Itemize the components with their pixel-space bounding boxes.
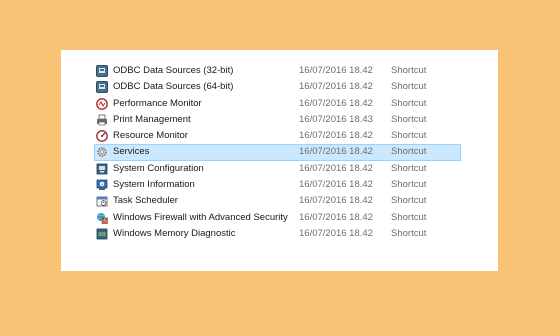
list-item[interactable]: ODBC Data Sources (64-bit) 16/07/2016 18… xyxy=(94,79,461,95)
list-item[interactable]: Print Management 16/07/2016 18.43 Shortc… xyxy=(94,112,461,128)
list-item[interactable]: Resource Monitor 16/07/2016 18.42 Shortc… xyxy=(94,128,461,144)
item-name: Print Management xyxy=(113,113,191,125)
task-scheduler-icon xyxy=(96,195,108,207)
printer-icon xyxy=(96,114,108,126)
list-item[interactable]: Performance Monitor 16/07/2016 18.42 Sho… xyxy=(94,96,461,112)
performance-monitor-icon xyxy=(96,97,108,110)
item-name: Performance Monitor xyxy=(113,97,202,109)
item-type: Shortcut xyxy=(391,162,427,174)
item-name: ODBC Data Sources (32-bit) xyxy=(113,65,234,76)
system-information-icon xyxy=(96,179,108,191)
item-type: Shortcut xyxy=(391,81,427,93)
item-name: Windows Firewall with Advanced Security xyxy=(113,211,288,223)
memory-diagnostic-icon xyxy=(96,228,108,240)
item-date-modified: 16/07/2016 18.42 xyxy=(299,130,373,142)
item-type: Shortcut xyxy=(391,146,427,158)
list-item[interactable]: System Information 16/07/2016 18.42 Shor… xyxy=(94,177,461,193)
services-gear-icon xyxy=(96,146,108,158)
odbc-icon xyxy=(96,81,108,94)
item-type: Shortcut xyxy=(391,65,427,76)
list-item[interactable]: ODBC Data Sources (32-bit) 16/07/2016 18… xyxy=(94,63,461,79)
item-name: System Configuration xyxy=(113,162,204,174)
item-name: Resource Monitor xyxy=(113,130,188,142)
item-type: Shortcut xyxy=(391,97,427,109)
item-date-modified: 16/07/2016 18.42 xyxy=(299,65,373,76)
item-type: Shortcut xyxy=(391,195,427,207)
item-date-modified: 16/07/2016 18.42 xyxy=(299,97,373,109)
system-configuration-icon xyxy=(96,163,108,175)
item-date-modified: 16/07/2016 18.42 xyxy=(299,211,373,223)
item-date-modified: 16/07/2016 18.42 xyxy=(299,162,373,174)
item-name: ODBC Data Sources (64-bit) xyxy=(113,81,234,93)
file-list: ODBC Data Sources (32-bit) 16/07/2016 18… xyxy=(94,63,461,242)
list-item-selected[interactable]: Services 16/07/2016 18.42 Shortcut xyxy=(94,144,461,161)
item-date-modified: 16/07/2016 18.43 xyxy=(299,113,373,125)
item-date-modified: 16/07/2016 18.42 xyxy=(299,81,373,93)
item-name: System Information xyxy=(113,179,195,191)
odbc-icon xyxy=(96,65,108,77)
item-type: Shortcut xyxy=(391,113,427,125)
item-type: Shortcut xyxy=(391,227,427,239)
file-list-panel: ODBC Data Sources (32-bit) 16/07/2016 18… xyxy=(61,50,498,271)
firewall-icon xyxy=(96,212,108,224)
item-type: Shortcut xyxy=(391,179,427,191)
item-name: Task Scheduler xyxy=(113,195,178,207)
list-item[interactable]: System Configuration 16/07/2016 18.42 Sh… xyxy=(94,161,461,177)
list-item[interactable]: Windows Memory Diagnostic 16/07/2016 18.… xyxy=(94,226,461,242)
item-name: Windows Memory Diagnostic xyxy=(113,227,236,239)
item-date-modified: 16/07/2016 18.42 xyxy=(299,179,373,191)
list-item[interactable]: Windows Firewall with Advanced Security … xyxy=(94,210,461,226)
item-date-modified: 16/07/2016 18.42 xyxy=(299,146,373,158)
item-type: Shortcut xyxy=(391,130,427,142)
list-item[interactable]: Task Scheduler 16/07/2016 18.42 Shortcut xyxy=(94,193,461,209)
item-name: Services xyxy=(113,146,150,158)
item-date-modified: 16/07/2016 18.42 xyxy=(299,195,373,207)
resource-monitor-icon xyxy=(96,130,108,143)
item-date-modified: 16/07/2016 18.42 xyxy=(299,227,373,239)
item-type: Shortcut xyxy=(391,211,427,223)
